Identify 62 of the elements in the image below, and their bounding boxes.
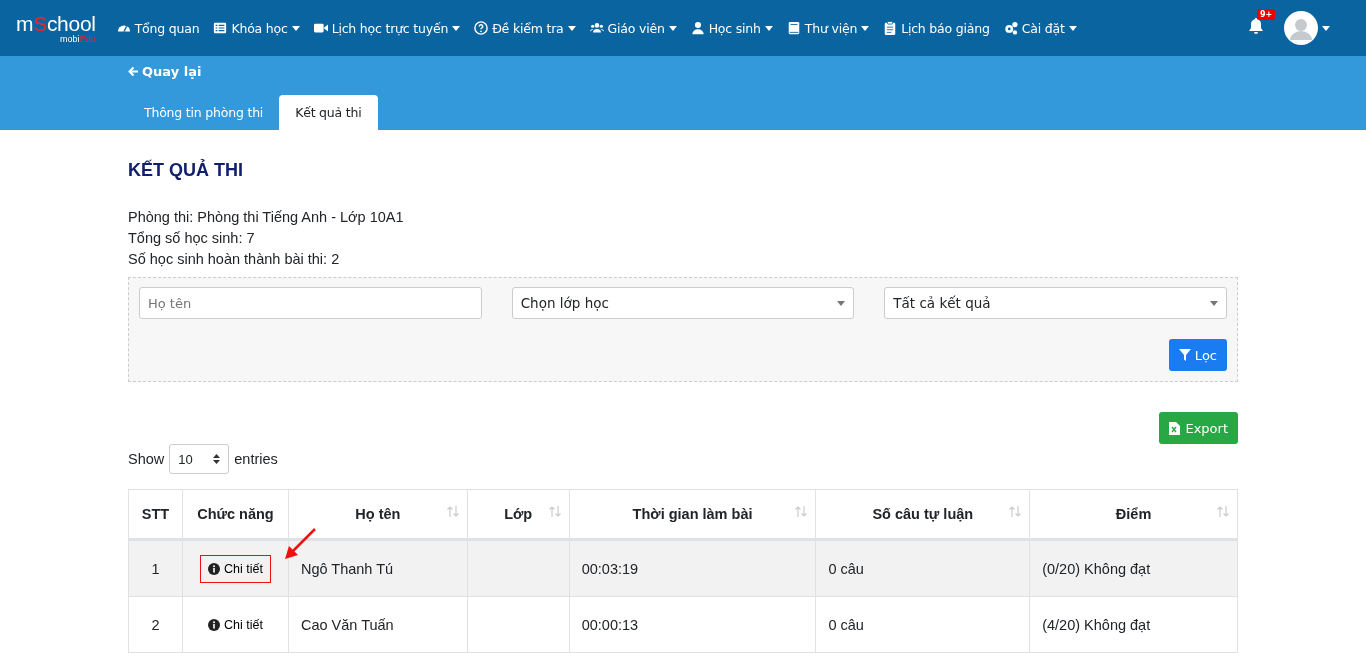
result-select[interactable]: Tất cả kết quả: [884, 287, 1227, 319]
gears-icon: [1003, 21, 1018, 35]
bell-icon[interactable]: [1248, 17, 1264, 35]
nav-item[interactable]: Cài đặt: [996, 20, 1084, 36]
table-cell: 00:00:13: [569, 596, 816, 653]
users-icon: [589, 21, 604, 35]
page-heading: KẾT QUẢ THI: [128, 160, 244, 181]
nav-item[interactable]: Học sinh: [683, 20, 780, 36]
table-cell: 0 câu: [815, 539, 1030, 597]
logo[interactable]: mSchool mobiEdu: [16, 12, 96, 44]
nav-item[interactable]: Giáo viên: [582, 20, 684, 36]
table-cell: 1: [128, 539, 183, 597]
table-cell: 2: [128, 596, 183, 653]
caret-icon: [837, 300, 846, 306]
tab[interactable]: Kết quả thi: [279, 95, 378, 130]
class-select[interactable]: Chọn lớp học: [511, 287, 855, 319]
table-cell: (0/20) Không đạt: [1029, 539, 1238, 597]
avatar-icon[interactable]: [1284, 11, 1318, 45]
caret-icon: [1210, 300, 1218, 306]
table-cell: 00:03:19: [569, 539, 816, 597]
filter-button[interactable]: Lọc: [1168, 339, 1227, 371]
table-cell: 0 câu: [815, 596, 1030, 653]
info-line: Số học sinh hoàn thành bài thi: 2: [128, 251, 341, 267]
entries-label: entries: [234, 451, 278, 467]
info-line: Phòng thi: Phòng thi Tiếng Anh - Lớp 10A1: [128, 209, 405, 225]
table-cell: (4/20) Không đạt: [1029, 596, 1238, 653]
entries-select[interactable]: 10: [169, 444, 230, 474]
select-value: 10: [178, 451, 193, 467]
nav-item[interactable]: Khóa học: [206, 20, 307, 36]
spreadsheet-file-icon: [1169, 421, 1181, 435]
notification-badge: 9+: [1257, 8, 1276, 20]
sort-arrows-icon[interactable]: [795, 506, 808, 517]
sort-arrows-icon[interactable]: [446, 506, 459, 517]
select-value: Tất cả kết quả: [893, 295, 991, 311]
info-line: Tổng số học sinh: 7: [128, 230, 256, 246]
video-camera-icon: [313, 21, 328, 35]
caret-icon: [1322, 25, 1330, 31]
table-cell: Cao Văn Tuấn: [288, 596, 468, 653]
table-cell: Ngô Thanh Tú: [288, 539, 468, 597]
sort-arrows-icon[interactable]: [1009, 506, 1022, 517]
info-icon: [208, 618, 220, 631]
up-down-caret-icon: [213, 454, 221, 464]
sort-arrows-icon[interactable]: [548, 506, 561, 517]
question-icon: [474, 21, 489, 35]
nav-item[interactable]: Tổng quan: [109, 20, 207, 36]
detail-button[interactable]: Chi tiết: [200, 554, 271, 583]
clipboard-icon: [883, 21, 898, 35]
nav-item[interactable]: Thư viện: [779, 20, 877, 36]
select-value: Chọn lớp học: [520, 295, 609, 311]
nav-item[interactable]: Đề kiểm tra: [467, 20, 583, 36]
annotation-arrow: [283, 526, 317, 561]
book-icon: [786, 21, 801, 35]
arrow-left-icon: [128, 66, 139, 77]
name-input-field[interactable]: Họ tên: [139, 287, 482, 319]
show-label: Show: [128, 451, 165, 467]
info-icon: [208, 562, 220, 575]
nav-item[interactable]: Lịch học trực tuyến: [306, 20, 468, 36]
list-icon: [213, 21, 228, 35]
sort-arrows-icon[interactable]: [1217, 506, 1229, 517]
user-icon: [690, 21, 705, 35]
nav-item[interactable]: Lịch báo giảng: [876, 20, 997, 36]
filter-icon: [1178, 349, 1191, 361]
